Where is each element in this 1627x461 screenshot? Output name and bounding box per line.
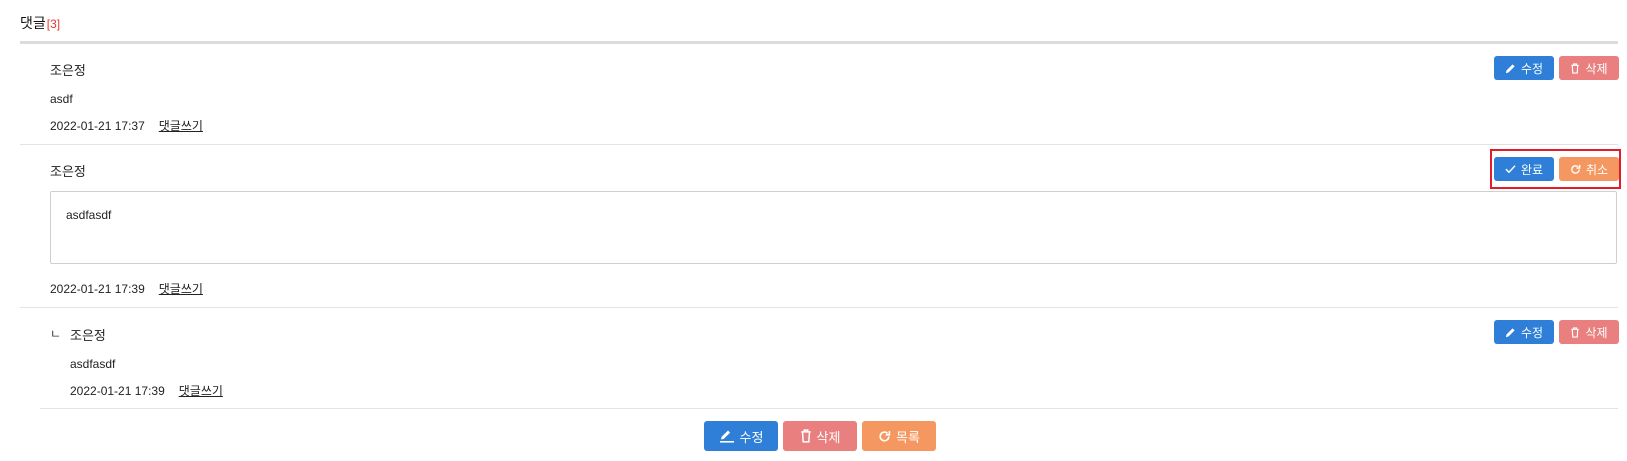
cancel-label: 취소 <box>1585 162 1609 177</box>
delete-label: 삭제 <box>816 429 841 445</box>
post-delete-button[interactable]: 삭제 <box>783 421 857 451</box>
comment-author: 조은정 <box>50 63 86 78</box>
delete-label: 삭제 <box>1585 61 1608 76</box>
delete-label: 삭제 <box>1585 325 1608 340</box>
comment-edit-button[interactable]: 수정 <box>1494 320 1554 344</box>
comment-divider <box>20 307 1618 308</box>
comments-header: 댓글[3] <box>20 13 60 33</box>
list-button[interactable]: 목록 <box>862 421 936 451</box>
trash-icon <box>1570 326 1580 338</box>
comment-divider <box>20 144 1618 145</box>
edit-label: 수정 <box>1520 61 1544 76</box>
refresh-icon <box>878 430 891 443</box>
check-icon <box>1505 164 1516 174</box>
trash-icon <box>800 429 812 443</box>
reply-link[interactable]: 댓글쓰기 <box>159 282 203 296</box>
pencil-icon <box>1505 63 1516 74</box>
reply-link[interactable]: 댓글쓰기 <box>179 384 223 398</box>
refresh-icon <box>1570 164 1581 175</box>
cancel-button[interactable]: 취소 <box>1559 157 1619 181</box>
comment-meta: 2022-01-21 17:39 댓글쓰기 <box>50 280 203 297</box>
comment-meta: 2022-01-21 17:39 댓글쓰기 <box>70 382 223 399</box>
done-label: 완료 <box>1520 162 1544 177</box>
pencil-icon <box>719 429 735 443</box>
trash-icon <box>1570 62 1580 74</box>
comment-meta: 2022-01-21 17:37 댓글쓰기 <box>50 117 203 134</box>
edit-label: 수정 <box>739 429 764 445</box>
comment-delete-button[interactable]: 삭제 <box>1559 56 1619 80</box>
reply-marker: ㄴ <box>50 327 62 341</box>
comment-divider <box>40 408 1618 409</box>
comments-count: [3] <box>46 17 61 31</box>
reply-link[interactable]: 댓글쓰기 <box>159 119 203 133</box>
comment-content: asdfasdf <box>70 357 116 371</box>
header-divider <box>20 41 1618 44</box>
comment-date: 2022-01-21 17:37 <box>50 119 145 133</box>
comment-date: 2022-01-21 17:39 <box>70 384 165 398</box>
done-button[interactable]: 완료 <box>1494 157 1554 181</box>
comment-author: 조은정 <box>50 164 86 179</box>
comments-title: 댓글 <box>20 15 46 31</box>
comment-date: 2022-01-21 17:39 <box>50 282 145 296</box>
post-edit-button[interactable]: 수정 <box>704 421 778 451</box>
comment-author: 조은정 <box>70 328 106 343</box>
comment-delete-button[interactable]: 삭제 <box>1559 320 1619 344</box>
comment-edit-textarea[interactable]: asdfasdf <box>50 191 1617 264</box>
list-label: 목록 <box>896 429 920 445</box>
pencil-icon <box>1505 327 1516 338</box>
comment-content: asdf <box>50 92 73 106</box>
comment-edit-button[interactable]: 수정 <box>1494 56 1554 80</box>
edit-label: 수정 <box>1520 325 1544 340</box>
